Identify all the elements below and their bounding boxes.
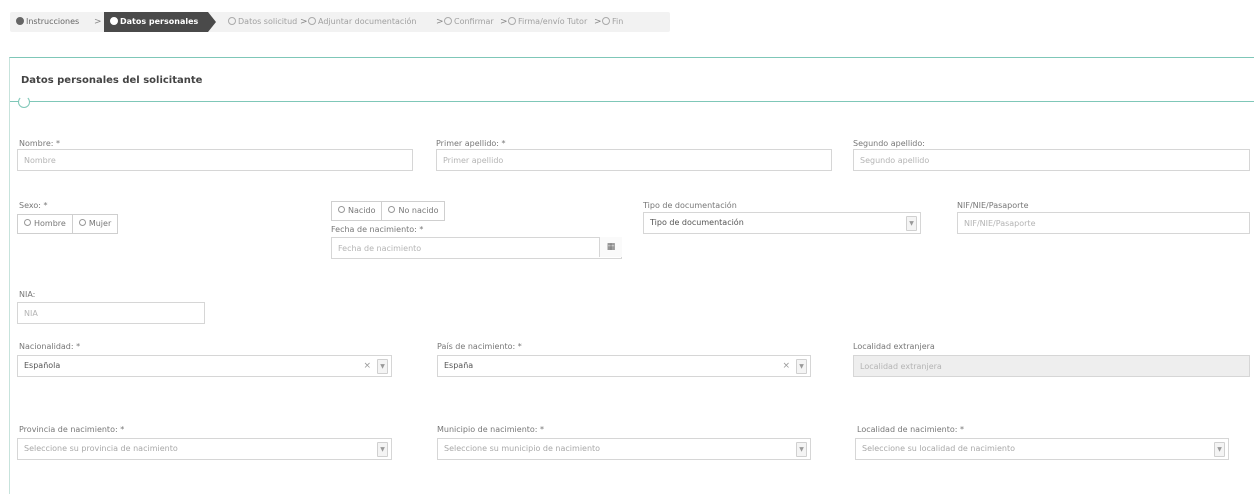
localidad-extranjera-label: Localidad extranjera xyxy=(853,342,935,351)
fecha-nacimiento-picker: ▦ xyxy=(331,237,622,259)
municipio-nacimiento-label: Municipio de nacimiento: * xyxy=(437,425,545,434)
sexo-hombre-option[interactable]: Hombre xyxy=(18,215,73,233)
nacionalidad-value: Española xyxy=(24,361,61,370)
step-label: Datos personales xyxy=(120,17,199,26)
radio-icon xyxy=(24,219,31,226)
no-nacido-option[interactable]: No nacido xyxy=(382,202,444,220)
step-pending-icon xyxy=(602,16,610,25)
panel-collapse-knob[interactable] xyxy=(18,96,30,108)
step-label: Instrucciones xyxy=(26,17,80,26)
segundo-apellido-input[interactable] xyxy=(853,149,1250,171)
step-label: Adjuntar documentación xyxy=(318,17,417,26)
tipo-documentacion-select[interactable]: Tipo de documentación ▼ xyxy=(643,212,921,234)
primer-apellido-input[interactable] xyxy=(436,149,832,171)
localidad-extranjera-input xyxy=(853,355,1250,377)
primer-apellido-label: Primer apellido: * xyxy=(436,139,506,148)
step-fin[interactable]: Fin xyxy=(602,15,623,29)
step-pending-icon xyxy=(228,16,236,25)
step-firma-envio-tutor[interactable]: Firma/envío Tutor xyxy=(508,15,587,29)
chevron-down-icon[interactable]: ▼ xyxy=(377,359,388,374)
radio-icon xyxy=(78,219,86,226)
nif-label: NIF/NIE/Pasaporte xyxy=(957,201,1029,210)
step-pending-icon xyxy=(308,16,316,25)
step-label: Fin xyxy=(612,17,624,26)
nacido-option[interactable]: Nacido xyxy=(332,202,383,220)
localidad-nacimiento-select[interactable]: Seleccione su localidad de nacimiento ▼ xyxy=(855,438,1229,460)
pais-nacimiento-value: España xyxy=(444,361,474,370)
nif-input[interactable] xyxy=(957,212,1250,234)
nacido-toggle: Nacido No nacido xyxy=(331,201,446,221)
clear-icon[interactable]: × xyxy=(363,356,371,376)
chevron-down-icon[interactable]: ▼ xyxy=(377,442,388,457)
chevron-down-icon[interactable]: ▼ xyxy=(906,216,917,231)
radio-icon xyxy=(388,206,396,213)
step-separator: > xyxy=(594,17,602,27)
chevron-down-icon[interactable]: ▼ xyxy=(796,359,807,374)
chevron-down-icon[interactable]: ▼ xyxy=(796,442,807,457)
step-pending-icon xyxy=(444,16,452,25)
step-confirmar[interactable]: Confirmar xyxy=(444,15,494,29)
nombre-label: Nombre: * xyxy=(19,139,61,148)
tipo-documentacion-value: Tipo de documentación xyxy=(650,218,744,227)
nacido-label: Nacido xyxy=(348,206,376,215)
localidad-nacimiento-value: Seleccione su localidad de nacimiento xyxy=(862,444,1016,453)
nacionalidad-select[interactable]: Española × ▼ xyxy=(17,355,392,377)
step-label: Datos solicitud xyxy=(238,17,298,26)
panel-header: Datos personales del solicitante xyxy=(10,58,1254,102)
localidad-nacimiento-label: Localidad de nacimiento: * xyxy=(857,425,964,434)
pais-nacimiento-select[interactable]: España × ▼ xyxy=(437,355,811,377)
fecha-nacimiento-label: Fecha de nacimiento: * xyxy=(331,225,424,234)
step-adjuntar-documentacion[interactable]: Adjuntar documentación xyxy=(308,15,417,29)
step-current-icon xyxy=(110,16,118,25)
segundo-apellido-label: Segundo apellido: xyxy=(853,139,925,148)
step-separator: > xyxy=(94,17,102,27)
step-datos-solicitud[interactable]: Datos solicitud xyxy=(228,15,297,29)
no-nacido-label: No nacido xyxy=(398,206,439,215)
nia-input[interactable] xyxy=(17,302,205,324)
step-separator: > xyxy=(500,17,508,27)
step-separator: > xyxy=(436,17,444,27)
step-pending-icon xyxy=(508,16,516,25)
sexo-label: Sexo: * xyxy=(19,201,48,210)
calendar-icon[interactable]: ▦ xyxy=(599,237,622,257)
sexo-mujer-label: Mujer xyxy=(88,219,112,228)
radio-icon xyxy=(338,206,345,213)
step-instrucciones[interactable]: Instrucciones xyxy=(16,15,79,29)
provincia-nacimiento-label: Provincia de nacimiento: * xyxy=(19,425,125,434)
municipio-nacimiento-select[interactable]: Seleccione su municipio de nacimiento ▼ xyxy=(437,438,811,460)
tipo-documentacion-label: Tipo de documentación xyxy=(643,201,737,210)
provincia-nacimiento-value: Seleccione su provincia de nacimiento xyxy=(24,444,178,453)
wizard-steps: Instrucciones > Datos personales Datos s… xyxy=(10,12,670,32)
nia-label: NIA: xyxy=(19,290,36,299)
step-label: Firma/envío Tutor xyxy=(518,17,588,26)
step-label: Confirmar xyxy=(454,17,494,26)
fecha-nacimiento-input[interactable] xyxy=(331,237,622,259)
step-separator: > xyxy=(300,17,308,27)
pais-nacimiento-label: País de nacimiento: * xyxy=(437,342,522,351)
municipio-nacimiento-value: Seleccione su municipio de nacimiento xyxy=(444,444,601,453)
provincia-nacimiento-select[interactable]: Seleccione su provincia de nacimiento ▼ xyxy=(17,438,392,460)
datos-personales-panel: Datos personales del solicitante xyxy=(9,57,1254,494)
sexo-toggle: Hombre Mujer xyxy=(17,214,119,234)
panel-title: Datos personales del solicitante xyxy=(21,75,203,86)
sexo-hombre-label: Hombre xyxy=(34,219,66,228)
sexo-mujer-option[interactable]: Mujer xyxy=(73,215,117,233)
step-done-icon xyxy=(16,16,24,25)
nacionalidad-label: Nacionalidad: * xyxy=(19,342,81,351)
clear-icon[interactable]: × xyxy=(782,356,790,376)
nombre-input[interactable] xyxy=(17,149,413,171)
chevron-down-icon[interactable]: ▼ xyxy=(1214,442,1225,457)
step-datos-personales[interactable]: Datos personales xyxy=(104,12,217,32)
